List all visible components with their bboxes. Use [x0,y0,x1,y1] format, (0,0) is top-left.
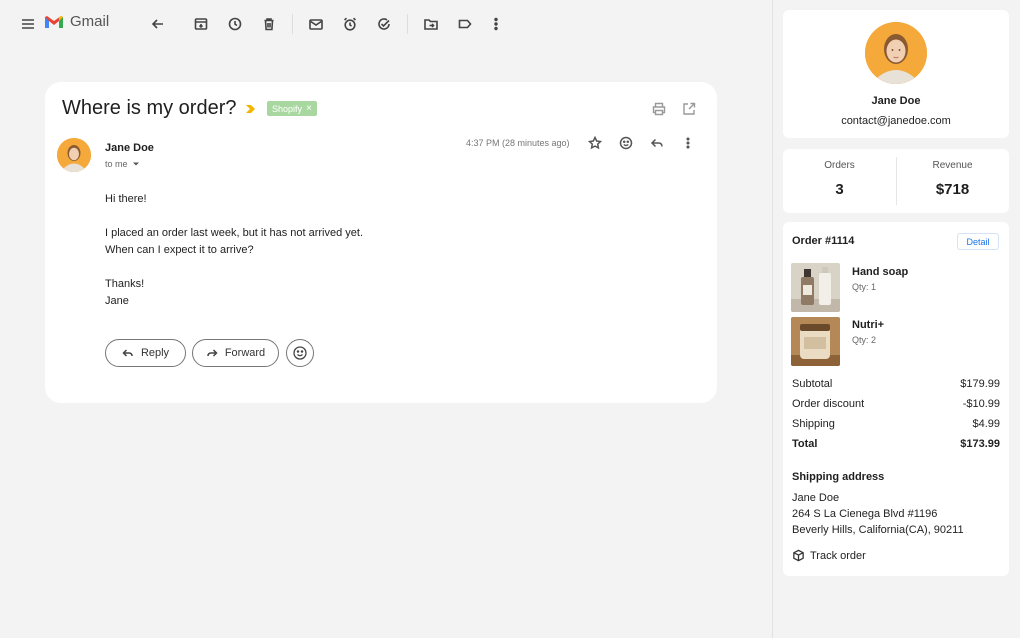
recipient-details[interactable]: to me [105,159,140,169]
total-value: $173.99 [960,438,1000,450]
product-qty: Qty: 2 [852,335,877,345]
label-chip-shopify[interactable]: Shopify × [267,101,317,116]
product-qty: Qty: 1 [852,282,877,292]
product-image-hand-soap [791,263,840,312]
shipping-label: Shipping [792,418,835,430]
reply-button-label: Reply [140,347,170,359]
app-name: Gmail [70,13,110,30]
add-task-icon[interactable] [374,14,394,34]
alarm-icon[interactable] [340,14,360,34]
sender-name: Jane Doe [105,142,154,154]
emoji-react-icon[interactable] [619,136,635,152]
discount-label: Order discount [792,398,865,410]
order-card: Order #1114 Detail Hand soap Qty: 1 Nutr… [783,222,1009,576]
gmail-m-icon [45,15,63,28]
orders-label: Orders [824,160,855,171]
reply-icon[interactable] [650,136,666,152]
customer-name: Jane Doe [871,95,921,107]
customer-email: contact@janedoe.com [841,115,951,127]
package-icon [793,549,804,562]
product-name: Hand soap [852,266,909,278]
gmail-logo[interactable]: Gmail [44,13,109,30]
revenue-stat: Revenue $718 [896,149,1009,213]
shipping-value: $4.99 [972,418,1000,430]
archive-icon[interactable] [191,14,211,34]
delete-icon[interactable] [259,14,279,34]
email-body-thanks: Thanks! [105,278,145,290]
chevron-down-icon[interactable] [132,160,140,168]
email-body-line: I placed an order last week, but it has … [105,227,364,239]
customer-avatar [865,22,927,84]
remove-label-icon[interactable]: × [306,103,312,114]
email-view: Where is my order? Shopify × Jane Doe to… [45,82,717,403]
panel-divider [772,0,773,638]
subtotal-label: Subtotal [792,378,833,390]
importance-marker-icon[interactable] [244,102,258,116]
email-body-signature: Jane [105,295,129,307]
menu-icon[interactable] [18,14,38,34]
forward-button[interactable]: Forward [192,339,279,367]
revenue-label: Revenue [932,160,973,171]
sender-avatar[interactable] [57,138,91,172]
snooze-clock-icon[interactable] [225,14,245,34]
reply-button[interactable]: Reply [105,339,186,367]
shipping-address-line: Jane Doe [792,492,840,504]
discount-value: -$10.99 [962,398,1000,410]
print-icon[interactable] [651,101,667,117]
reply-icon [122,349,133,357]
order-title: Order #1114 [792,235,855,247]
track-order-link[interactable]: Track order [792,549,866,562]
emoji-icon [293,346,307,360]
subtotal-value: $179.99 [960,378,1000,390]
total-label: Total [792,438,818,450]
forward-button-label: Forward [224,347,266,359]
label-chip-text: Shopify [272,103,303,114]
customer-profile-card: Jane Doe contact@janedoe.com [783,10,1009,138]
orders-stat: Orders 3 [783,149,896,213]
product-name: Nutri+ [852,319,885,331]
track-order-label: Track order [810,549,866,562]
forward-icon [207,349,218,357]
shipping-address-line: Beverly Hills, California(CA), 90211 [792,524,964,536]
emoji-reaction-button[interactable] [286,339,314,367]
back-arrow-icon[interactable] [148,14,168,34]
more-vert-icon[interactable] [486,14,506,34]
top-toolbar: Gmail [0,0,772,48]
shipping-address-line: 264 S La Cienega Blvd #1196 [792,508,938,520]
recipient-label: to me [105,159,128,169]
revenue-amount: $718 [935,181,970,198]
star-icon[interactable] [587,135,604,152]
mark-unread-icon[interactable] [306,14,326,34]
open-in-new-window-icon[interactable] [681,101,697,117]
email-body-greeting: Hi there! [105,193,147,205]
order-detail-button[interactable]: Detail [957,233,999,250]
shipping-address-title: Shipping address [792,471,885,483]
orders-count: 3 [835,181,844,198]
product-image-nutri [791,317,840,366]
email-body-line: When can I expect it to arrive? [105,244,254,256]
more-vert-icon[interactable] [681,136,697,152]
customer-stats-card: Orders 3 Revenue $718 [783,149,1009,213]
email-timestamp: 4:37 PM (28 minutes ago) [466,138,570,148]
move-to-icon[interactable] [421,14,441,34]
email-subject: Where is my order? [62,97,237,119]
label-icon[interactable] [455,14,475,34]
